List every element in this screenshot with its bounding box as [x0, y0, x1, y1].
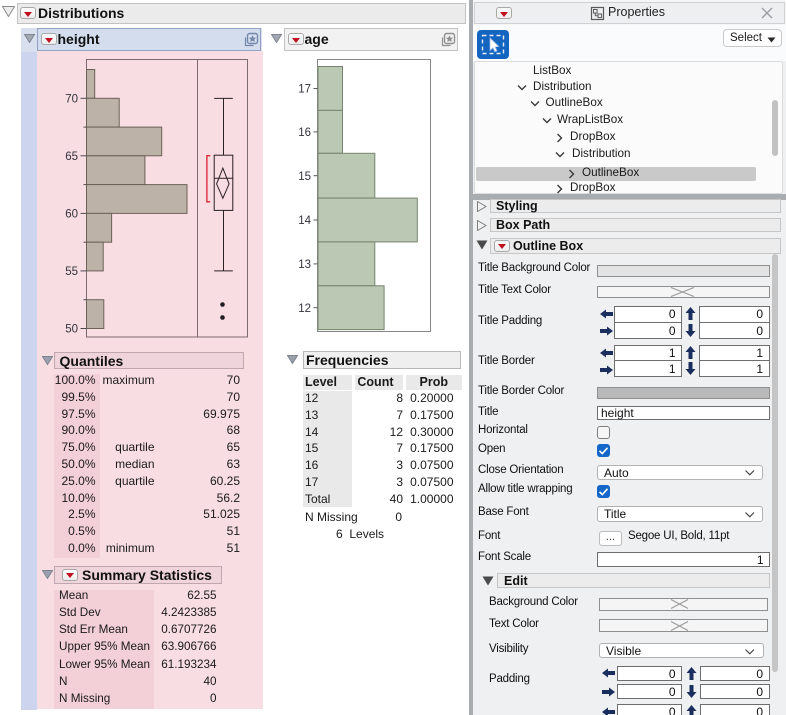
- svg-text:70: 70: [65, 93, 78, 105]
- svg-text:60: 60: [65, 209, 78, 221]
- svg-text:50: 50: [65, 324, 78, 336]
- svg-text:13: 13: [298, 259, 311, 271]
- svg-text:17: 17: [298, 84, 311, 96]
- svg-text:55: 55: [65, 266, 78, 278]
- svg-text:65: 65: [65, 151, 78, 163]
- svg-text:12: 12: [298, 303, 311, 315]
- svg-text:14: 14: [298, 215, 311, 227]
- svg-text:15: 15: [298, 171, 311, 183]
- svg-text:16: 16: [298, 127, 311, 139]
